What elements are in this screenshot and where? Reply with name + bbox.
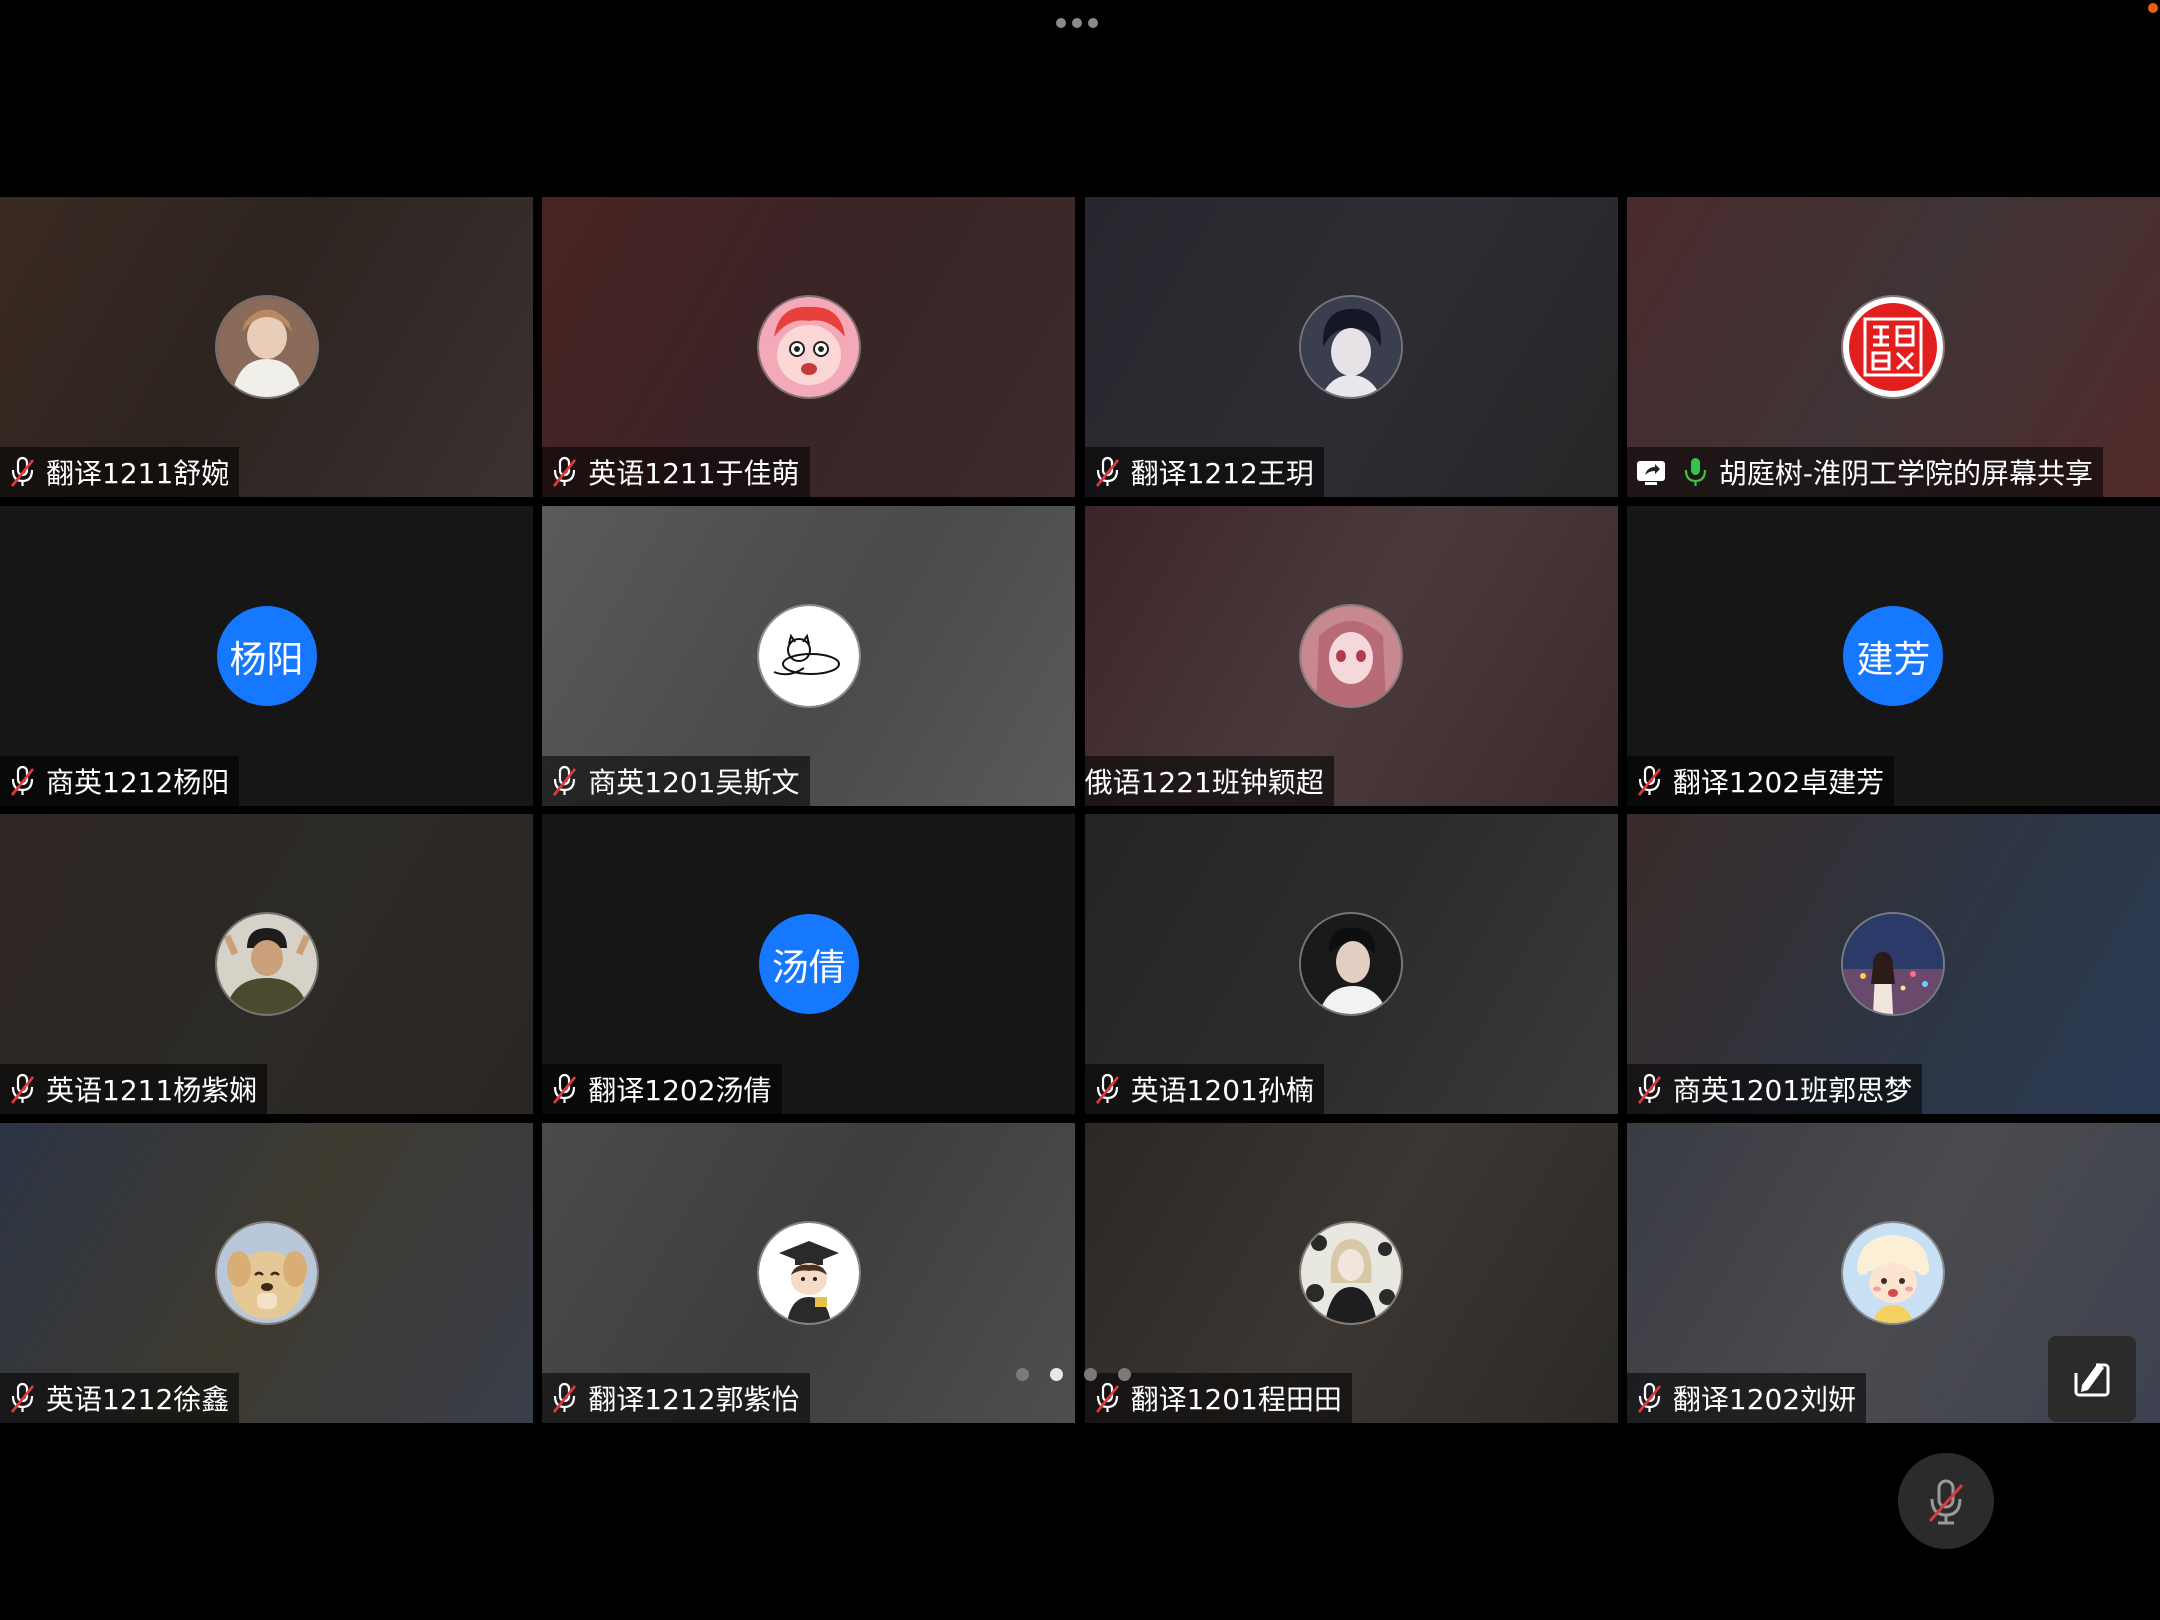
mic-muted-icon (1928, 1479, 1964, 1525)
participant-name: 翻译1202汤倩 (588, 1074, 772, 1108)
participant-tile[interactable]: 胡庭树-淮阴工学院的屏幕共享 (1626, 197, 2160, 497)
participant-name: 商英1201班郭思梦 (1672, 1074, 1913, 1108)
avatar (1843, 297, 1944, 397)
participant-tile[interactable]: 商英1201吴斯文 (542, 505, 1076, 806)
avatar (1301, 1223, 1402, 1324)
participant-name-label: 英语1201孙楠 (1084, 1064, 1324, 1115)
page-dot[interactable] (1016, 1368, 1029, 1381)
participant-name-label: 商英1201班郭思梦 (1626, 1064, 1923, 1115)
participant-name: 英语1211杨紫娴 (46, 1074, 258, 1108)
avatar-initials: 建芳 (1843, 605, 1944, 706)
participant-tile[interactable]: 英语1211杨紫娴 (0, 814, 533, 1115)
participant-name: 英语1211于佳萌 (588, 457, 800, 490)
mic-muted-icon (550, 764, 588, 798)
avatar (758, 297, 859, 397)
participant-name-label: 翻译1211舒婉 (0, 447, 240, 497)
avatar (758, 1223, 859, 1324)
avatar (216, 297, 317, 397)
participant-tile[interactable]: 商英1201班郭思梦 (1626, 814, 2160, 1115)
avatar (1301, 297, 1402, 397)
avatar (216, 914, 317, 1015)
participant-name: 翻译1211舒婉 (46, 457, 230, 490)
avatar (1843, 914, 1944, 1015)
participant-tile[interactable]: 翻译1201程田田 (1084, 1123, 1618, 1424)
mic-muted-icon (8, 764, 46, 798)
participant-name: 翻译1212郭紫怡 (588, 1383, 800, 1417)
participant-tile[interactable]: 翻译1212郭紫怡 (542, 1123, 1076, 1424)
participant-tile[interactable]: 杨阳商英1212杨阳 (0, 505, 533, 806)
participant-tile[interactable]: 翻译1211舒婉 (0, 197, 533, 497)
mic-muted-icon (8, 1072, 46, 1106)
avatar (1301, 605, 1402, 706)
participant-tile[interactable]: 俄语1221班钟颖超 (1084, 505, 1618, 806)
avatar (1301, 914, 1402, 1015)
participant-name: 英语1212徐鑫 (46, 1383, 230, 1417)
participant-name: 俄语1221班钟颖超 (1084, 765, 1324, 799)
participant-name-label: 英语1212徐鑫 (0, 1373, 240, 1424)
participant-name-label: 商英1212杨阳 (0, 755, 240, 806)
participant-name-label: 胡庭树-淮阴工学院的屏幕共享 (1626, 447, 2103, 497)
participant-name: 翻译1202卓建芳 (1672, 765, 1885, 799)
participant-tile[interactable]: 建芳翻译1202卓建芳 (1626, 505, 2160, 806)
mic-muted-icon (1093, 455, 1131, 489)
mic-muted-icon (550, 1072, 588, 1106)
participant-name-label: 翻译1212郭紫怡 (542, 1373, 810, 1424)
mic-muted-icon (1635, 764, 1673, 798)
participant-grid: 翻译1211舒婉 英语1211于佳萌 翻译1212王玥 胡庭树-淮阴工学院的屏幕共享杨… (0, 197, 2160, 1424)
participant-name: 商英1212杨阳 (46, 765, 230, 799)
mic-on-icon (1681, 455, 1719, 489)
mic-muted-icon (1635, 1072, 1673, 1106)
participant-name-label: 英语1211杨紫娴 (0, 1064, 268, 1115)
participant-name-label: 英语1211于佳萌 (542, 447, 810, 497)
mic-muted-icon (1093, 1072, 1131, 1106)
avatar (1843, 1223, 1944, 1324)
annotate-edit-icon (2074, 1359, 2110, 1397)
avatar (216, 1223, 317, 1324)
annotate-button[interactable] (2048, 1336, 2136, 1422)
avatar-initials: 汤倩 (758, 914, 859, 1015)
participant-tile[interactable]: 汤倩翻译1202汤倩 (542, 814, 1076, 1115)
participant-tile[interactable]: 英语1211于佳萌 (542, 197, 1076, 497)
participant-name: 翻译1201程田田 (1130, 1383, 1342, 1417)
page-dot[interactable] (1084, 1368, 1097, 1381)
page-dot[interactable] (1118, 1368, 1131, 1381)
mic-muted-icon (1635, 1381, 1673, 1415)
avatar-initials: 杨阳 (216, 605, 317, 706)
mic-muted-icon (1093, 1381, 1131, 1415)
mic-muted-icon (8, 1381, 46, 1415)
participant-name-label: 商英1201吴斯文 (542, 755, 810, 806)
mic-muted-icon (550, 1381, 588, 1415)
participant-name: 翻译1202刘妍 (1672, 1383, 1857, 1417)
participant-name: 英语1201孙楠 (1130, 1074, 1314, 1108)
mic-muted-icon (550, 455, 588, 489)
participant-tile[interactable]: 英语1201孙楠 (1084, 814, 1618, 1115)
screen-share-icon (1635, 457, 1681, 487)
participant-tile[interactable]: 英语1212徐鑫 (0, 1123, 533, 1424)
participant-name-label: 翻译1202卓建芳 (1626, 755, 1895, 806)
participant-name-label: 翻译1202刘妍 (1626, 1373, 1867, 1424)
more-dots-icon[interactable] (1056, 18, 1104, 30)
participant-name: 翻译1212王玥 (1130, 457, 1314, 490)
participant-tile[interactable]: 翻译1212王玥 (1084, 197, 1618, 497)
page-dot[interactable] (1050, 1368, 1063, 1381)
participant-name-label: 俄语1221班钟颖超 (1084, 755, 1334, 806)
participant-name-label: 翻译1202汤倩 (542, 1064, 782, 1115)
participant-name-label: 翻译1212王玥 (1084, 447, 1324, 497)
mute-toggle-button[interactable] (1898, 1453, 1994, 1549)
avatar (758, 605, 859, 706)
participant-name: 胡庭树-淮阴工学院的屏幕共享 (1718, 457, 2093, 490)
mic-muted-icon (8, 455, 46, 489)
recording-indicator (2148, 3, 2158, 13)
participant-name: 商英1201吴斯文 (588, 765, 800, 799)
page-indicator[interactable] (1016, 1368, 1131, 1381)
